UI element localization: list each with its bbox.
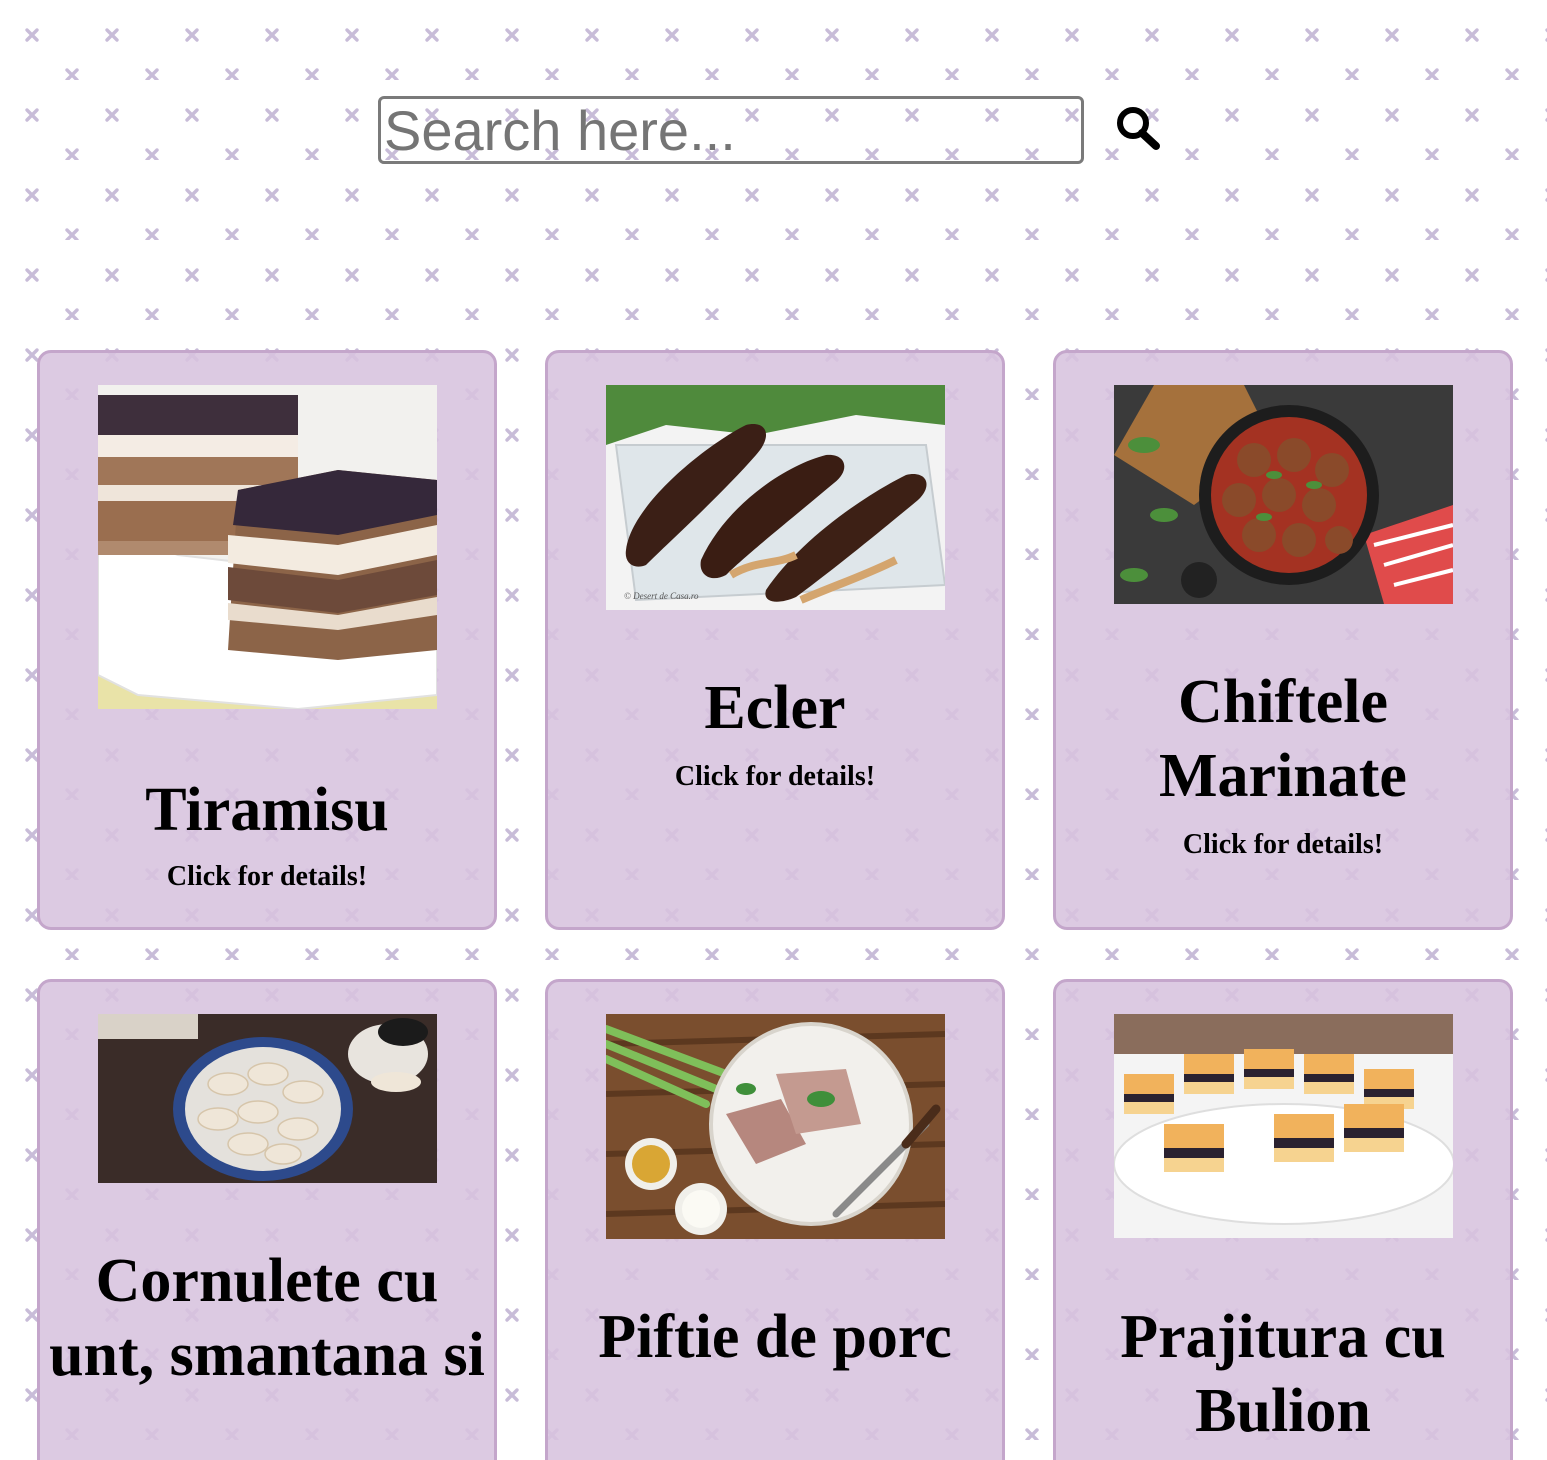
details-link[interactable]: Click for details! [40, 861, 494, 893]
recipe-image-ecler: © Desert de Casa.ro [606, 385, 945, 610]
recipe-image-piftie [606, 1014, 945, 1239]
search-button[interactable] [1112, 104, 1162, 150]
recipe-card-tiramisu[interactable]: Tiramisu Click for details! [37, 350, 497, 930]
details-link[interactable]: Click for details! [548, 761, 1002, 793]
recipe-card-chiftele[interactable]: Chiftele Marinate Click for details! [1053, 350, 1513, 930]
recipe-card-ecler[interactable]: © Desert de Casa.ro Ecler Click for deta… [545, 350, 1005, 930]
recipe-card-piftie[interactable]: Piftie de porc [545, 979, 1005, 1460]
recipe-image-chiftele [1114, 385, 1453, 604]
recipe-title: Piftie de porc [598, 1303, 952, 1371]
recipe-card-prajitura[interactable]: Prajitura cu Bulion [1053, 979, 1513, 1460]
recipe-title: Cornulete cu unt, smantana si [49, 1247, 485, 1389]
recipe-title: Ecler [704, 674, 846, 742]
search-bar[interactable] [378, 96, 1084, 164]
image-caption: © Desert de Casa.ro [624, 591, 699, 601]
recipe-image-cornulete [98, 1014, 437, 1183]
recipe-image-tiramisu [98, 385, 437, 709]
recipe-title: Tiramisu [145, 776, 389, 844]
recipe-image-prajitura [1114, 1014, 1453, 1238]
search-icon[interactable] [1112, 104, 1162, 150]
details-link[interactable]: Click for details! [1056, 829, 1510, 861]
recipe-title: Prajitura cu Bulion [1120, 1303, 1446, 1445]
recipe-title: Chiftele Marinate [1159, 668, 1407, 810]
recipe-card-cornulete[interactable]: Cornulete cu unt, smantana si [37, 979, 497, 1460]
search-input[interactable] [384, 99, 1081, 161]
